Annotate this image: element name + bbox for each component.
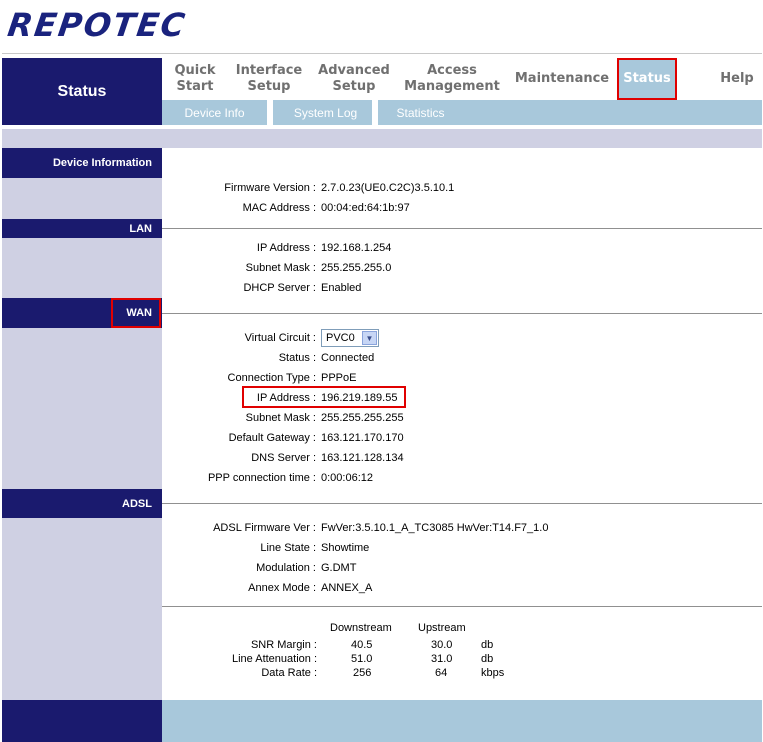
conn-type-value: PPPoE <box>321 372 357 384</box>
menu-label: Setup <box>247 79 291 94</box>
footer-left <box>2 700 162 742</box>
top-divider <box>2 53 762 54</box>
footer-right <box>162 700 762 742</box>
lan-ip-label: IP Address : <box>256 242 316 254</box>
menu-label: Maintenance <box>514 71 610 86</box>
atten-down: 51.0 <box>351 653 373 665</box>
vc-label: Virtual Circuit : <box>244 332 316 344</box>
menu-label: Interface <box>235 63 303 78</box>
menu-maintenance[interactable]: Maintenance <box>512 58 612 100</box>
snr-unit: db <box>481 639 494 651</box>
menu-advanced-setup[interactable]: Advanced Setup <box>312 58 396 100</box>
snr-label: SNR Margin : <box>250 639 317 651</box>
section-divider <box>162 313 762 314</box>
rate-up: 64 <box>435 667 448 679</box>
menu-label: Status <box>623 71 671 86</box>
atten-unit: db <box>481 653 494 665</box>
lan-mask-label: Subnet Mask : <box>245 262 316 274</box>
menu-label: Advanced <box>318 63 390 78</box>
main-menu: Quick Start Interface Setup Advanced Setup … <box>162 58 762 100</box>
gateway-label: Default Gateway : <box>228 432 316 444</box>
menu-label: Access <box>427 63 477 78</box>
section-divider <box>162 228 762 229</box>
menu-access-management[interactable]: Access Management <box>402 58 502 100</box>
sub-menu: Device Info System Log Statistics <box>162 100 762 125</box>
menu-label: Help <box>720 71 754 86</box>
dns-value: 163.121.128.134 <box>321 452 404 464</box>
section-divider <box>162 503 762 504</box>
stats-col-upstream: Upstream <box>418 622 466 634</box>
chevron-down-icon[interactable]: ▼ <box>362 331 377 345</box>
menu-label: Start <box>176 79 214 94</box>
virtual-circuit-select[interactable]: PVC0 ▼ <box>321 329 379 347</box>
vc-selected-value: PVC0 <box>326 332 355 344</box>
mac-value: 00:04:ed:64:1b:97 <box>321 202 410 214</box>
submenu-device-info[interactable]: Device Info <box>162 100 267 125</box>
menu-label: Setup <box>332 79 376 94</box>
atten-up: 31.0 <box>431 653 453 665</box>
rate-unit: kbps <box>481 667 505 679</box>
lan-ip-value: 192.168.1.254 <box>321 242 392 254</box>
firmware-value: 2.7.0.23(UE0.C2C)3.5.10.1 <box>321 182 455 194</box>
menu-label: Management <box>404 79 500 94</box>
modulation-value: G.DMT <box>321 562 357 574</box>
dhcp-value: Enabled <box>321 282 362 294</box>
ppp-time-label: PPP connection time : <box>207 472 316 484</box>
gateway-value: 163.121.170.170 <box>321 432 404 444</box>
submenu-statistics[interactable]: Statistics <box>378 100 463 125</box>
mac-label: MAC Address : <box>242 202 316 214</box>
stats-divider <box>162 606 762 607</box>
conn-type-label: Connection Type : <box>227 372 316 384</box>
dhcp-label: DHCP Server : <box>243 282 316 294</box>
modulation-label: Modulation : <box>256 562 316 574</box>
snr-down: 40.5 <box>351 639 373 651</box>
lan-mask-value: 255.255.255.0 <box>321 262 392 274</box>
section-lan: LAN <box>2 219 162 238</box>
annex-label: Annex Mode : <box>248 582 316 594</box>
wan-status-value: Connected <box>321 352 375 364</box>
header-band <box>2 129 762 148</box>
wan-status-label: Status : <box>278 352 316 364</box>
wan-mask-label: Subnet Mask : <box>245 412 316 424</box>
ppp-time-value: 0:00:06:12 <box>321 472 373 484</box>
firmware-label: Firmware Version : <box>224 182 316 194</box>
menu-status[interactable]: Status <box>617 58 677 100</box>
line-state-label: Line State : <box>260 542 316 554</box>
adsl-fw-value: FwVer:3.5.10.1_A_TC3085 HwVer:T14.F7_1.0 <box>321 522 549 534</box>
rate-down: 256 <box>353 667 372 679</box>
wan-highlight-box <box>111 298 161 328</box>
dns-label: DNS Server : <box>251 452 316 464</box>
menu-interface-setup[interactable]: Interface Setup <box>230 58 308 100</box>
adsl-fw-label: ADSL Firmware Ver : <box>213 522 316 534</box>
section-device-information: Device Information <box>2 148 162 178</box>
rate-label: Data Rate : <box>261 667 317 679</box>
wan-ip-highlight-box <box>242 386 406 408</box>
atten-label: Line Attenuation : <box>231 653 317 665</box>
section-adsl: ADSL <box>2 489 162 518</box>
stats-col-downstream: Downstream <box>330 622 392 634</box>
line-state-value: Showtime <box>321 542 370 554</box>
menu-label: Quick <box>174 63 216 78</box>
menu-quick-start[interactable]: Quick Start <box>162 58 228 100</box>
snr-up: 30.0 <box>431 639 453 651</box>
wan-mask-value: 255.255.255.255 <box>321 412 404 424</box>
brand-logo: REPOTEC <box>5 6 189 44</box>
submenu-system-log[interactable]: System Log <box>273 100 378 125</box>
menu-help[interactable]: Help <box>712 58 762 100</box>
annex-value: ANNEX_A <box>321 582 373 594</box>
page-title: Status <box>2 58 162 125</box>
